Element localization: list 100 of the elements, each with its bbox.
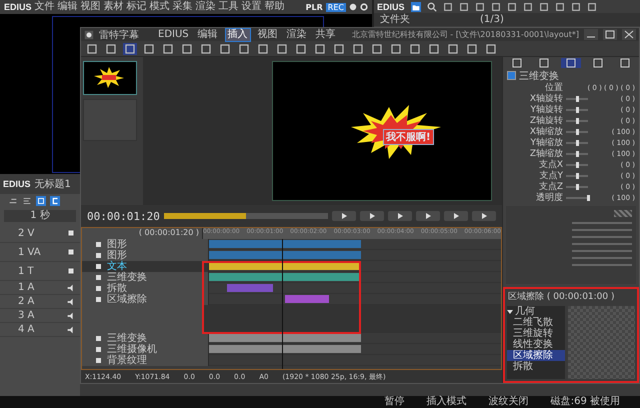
toolbar-icon[interactable] — [554, 2, 565, 12]
tree-item[interactable]: 线性变换 — [507, 339, 565, 350]
track-icon[interactable] — [22, 196, 32, 206]
checkbox[interactable] — [507, 71, 516, 80]
layer-row[interactable]: 区域擦除 — [82, 294, 209, 305]
toolbar-icon[interactable] — [104, 42, 118, 54]
menu-item[interactable]: 采集 — [172, 1, 193, 13]
toolbar-icon[interactable] — [389, 42, 403, 54]
slider-thumb[interactable] — [576, 150, 579, 156]
ribbon-tab[interactable]: EDIUS — [156, 28, 191, 40]
toolbar-icon[interactable] — [351, 42, 365, 54]
tree-item[interactable]: 区域擦除 — [507, 350, 565, 361]
toolbar-icon[interactable] — [570, 2, 581, 12]
square-icon[interactable] — [66, 247, 76, 257]
clip-bar[interactable] — [209, 240, 361, 248]
ribbon-tab[interactable]: 编辑 — [196, 28, 220, 40]
toolbar-icon[interactable] — [446, 42, 460, 54]
close-button[interactable] — [622, 29, 636, 40]
visibility-toggle[interactable] — [96, 297, 101, 302]
clip-bar[interactable] — [284, 295, 329, 303]
toolbar-icon[interactable] — [123, 42, 137, 54]
clip-bar[interactable] — [209, 334, 361, 342]
transport-button[interactable] — [472, 211, 496, 221]
texture-swatch[interactable] — [614, 210, 632, 217]
transport-button[interactable] — [388, 211, 412, 221]
toolbar-icon[interactable] — [474, 2, 485, 12]
menu-item[interactable]: 帮助 — [264, 1, 285, 13]
layer-row[interactable]: 三维变换 — [82, 333, 209, 344]
layer-row[interactable]: 三维摄像机 — [82, 344, 209, 355]
toolbar-icon[interactable] — [484, 42, 498, 54]
toolbar-icon[interactable] — [427, 42, 441, 54]
slider-thumb[interactable] — [576, 106, 579, 112]
toolbar-icon[interactable] — [522, 2, 533, 12]
slider-thumb[interactable] — [576, 184, 579, 190]
caption-text[interactable]: 我不服啊! — [383, 129, 434, 145]
clip-bar[interactable] — [209, 273, 361, 281]
toolbar-icon[interactable] — [161, 42, 175, 54]
ribbon-tab[interactable]: 视图 — [256, 28, 280, 40]
maximize-button[interactable] — [603, 29, 617, 40]
menu-item[interactable]: 模式 — [150, 1, 170, 13]
toolbar-icon[interactable] — [237, 42, 251, 54]
toolbar-icon[interactable] — [442, 2, 453, 12]
slider-thumb[interactable] — [576, 172, 579, 178]
minimize-button[interactable] — [584, 29, 598, 40]
layer-row[interactable]: 文本 — [82, 261, 209, 272]
slider-thumb[interactable] — [576, 162, 579, 168]
square-icon[interactable] — [66, 228, 76, 238]
expand-caret-icon[interactable] — [507, 308, 513, 314]
layer-row[interactable]: 三维变换 — [82, 272, 209, 283]
layer-row[interactable]: 背景纹理 — [82, 355, 209, 366]
track-icon[interactable] — [8, 196, 18, 206]
toolbar-icon[interactable] — [370, 42, 384, 54]
slider-thumb[interactable] — [576, 140, 579, 146]
visibility-toggle[interactable] — [96, 253, 101, 258]
slider-thumb[interactable] — [576, 118, 579, 124]
visibility-toggle[interactable] — [96, 286, 101, 291]
layer-row[interactable]: 拆散 — [82, 283, 209, 294]
toolbar-icon[interactable] — [275, 42, 289, 54]
menu-item[interactable]: 编辑 — [58, 1, 78, 13]
slider-thumb[interactable] — [587, 194, 590, 200]
slider-thumb[interactable] — [576, 128, 579, 134]
menu-item[interactable]: 文件 — [34, 1, 55, 13]
toolbar-icon[interactable] — [332, 42, 346, 54]
page-thumbnail[interactable] — [83, 61, 137, 95]
rec-badge[interactable]: REC — [326, 2, 346, 12]
toolbar-icon[interactable] — [180, 42, 194, 54]
toolbar-icon[interactable] — [294, 42, 308, 54]
menu-item[interactable]: 工具 — [218, 1, 239, 13]
transport-button[interactable] — [360, 211, 384, 221]
search-icon[interactable] — [426, 2, 437, 12]
toolbar-icon[interactable] — [85, 42, 99, 54]
layer-row[interactable]: 图形 — [82, 239, 209, 250]
visibility-toggle[interactable] — [96, 347, 101, 352]
toolbar-icon[interactable] — [586, 2, 597, 12]
property-tab-icon[interactable] — [560, 58, 581, 68]
scale-selector[interactable]: 1 秒 — [4, 210, 76, 222]
tree-item[interactable]: 几何 — [515, 306, 535, 317]
clip-bar[interactable] — [209, 251, 361, 259]
scrub-track[interactable] — [164, 213, 328, 219]
ribbon-tab[interactable]: 渲染 — [284, 28, 309, 40]
toolbar-icon[interactable] — [506, 2, 517, 12]
clip-bar[interactable] — [226, 284, 274, 292]
menu-item[interactable]: 渲染 — [196, 1, 216, 13]
tree-item[interactable]: 二维飞散 — [507, 317, 565, 328]
toolbar-icon[interactable] — [256, 42, 270, 54]
record-icon[interactable] — [349, 3, 357, 11]
toolbar-icon[interactable] — [313, 42, 327, 54]
toolbar-icon[interactable] — [142, 42, 156, 54]
clip-bar[interactable] — [209, 345, 361, 353]
layer-row[interactable]: 图形 — [82, 250, 209, 261]
tree-item[interactable]: 拆散 — [507, 361, 565, 372]
playhead-line[interactable] — [282, 239, 283, 369]
visibility-toggle[interactable] — [96, 336, 101, 341]
ribbon-tab[interactable]: 共享 — [314, 28, 338, 40]
toolbar-icon[interactable] — [408, 42, 422, 54]
visibility-toggle[interactable] — [96, 358, 101, 363]
menu-item[interactable]: 视图 — [80, 1, 101, 13]
visibility-toggle[interactable] — [96, 242, 101, 247]
toolbar-icon[interactable] — [538, 2, 549, 12]
visibility-toggle[interactable] — [96, 275, 101, 280]
